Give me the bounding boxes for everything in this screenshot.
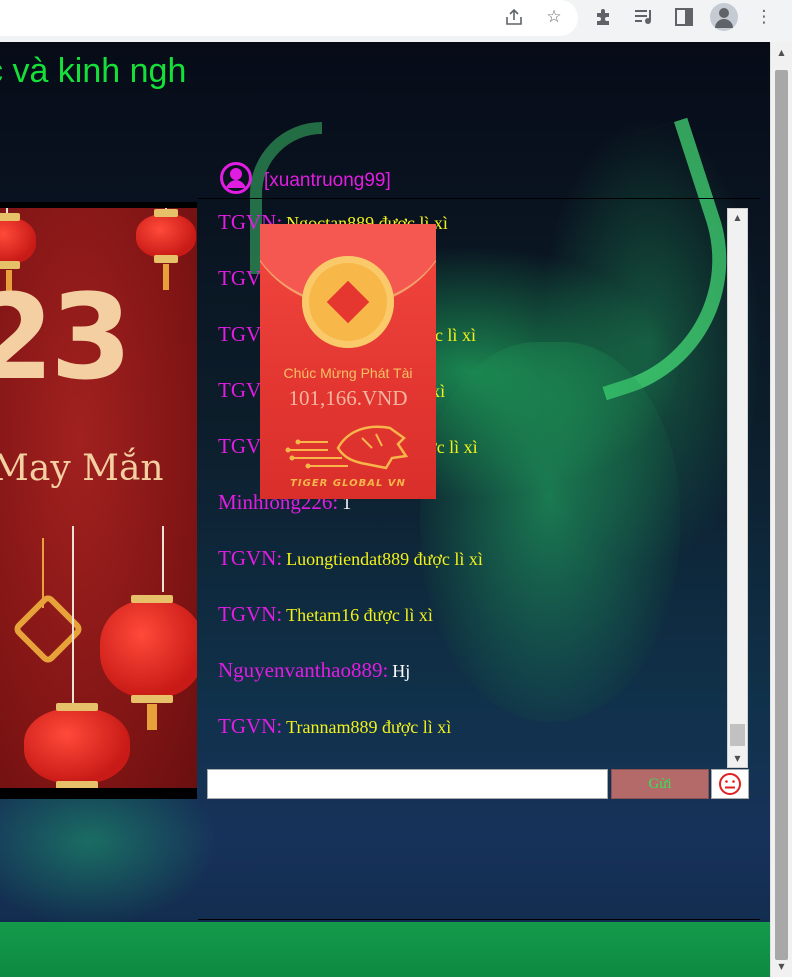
page-scroll-down-icon[interactable]: ▼ xyxy=(772,958,791,975)
message-text: Hj xyxy=(392,661,411,681)
lantern-icon xyxy=(0,213,36,296)
chat-message: TGVN: Luongtiendat889 được lì xì xyxy=(218,544,483,572)
lantern-string xyxy=(162,526,164,592)
chat-message: TGVN: Thetam16 được lì xì xyxy=(218,600,433,628)
browser-toolbar: ☆ ⋮ xyxy=(0,0,792,43)
message-text: Thetam16 được lì xì xyxy=(286,605,433,625)
banner-image: 23 May Mắn xyxy=(0,208,197,788)
chat-scrollbar[interactable]: ▲ ▼ xyxy=(727,208,748,768)
envelope-amount: 101,166.VND xyxy=(288,386,408,410)
page-scroll-thumb[interactable] xyxy=(775,70,788,960)
message-sender: TGV xyxy=(218,378,262,402)
tiger-logo-icon xyxy=(285,425,409,470)
bookmark-star-icon[interactable]: ☆ xyxy=(541,6,567,28)
footer-divider xyxy=(198,919,760,920)
new-year-banner: 23 May Mắn xyxy=(0,202,197,799)
chat-header: [xuantruong99] xyxy=(198,160,760,199)
banner-caption: May Mắn xyxy=(0,448,164,489)
page-heading: c và kinh ngh xyxy=(0,52,187,90)
lantern-icon xyxy=(136,209,196,290)
message-sender: TGV xyxy=(218,266,262,290)
chat-message: TGV xyxy=(218,264,261,292)
chat-scroll-thumb[interactable] xyxy=(730,724,745,746)
scroll-up-icon[interactable]: ▲ xyxy=(728,209,747,226)
message-text: Luongtiendat889 được lì xì xyxy=(286,549,483,569)
envelope-brand: TIGER GLOBAL VN xyxy=(290,478,406,489)
envelope-wish: Chúc Mừng Phát Tài xyxy=(283,365,413,381)
red-envelope-popup[interactable]: Chúc Mừng Phát Tài 101,166.VND TIGER GLO… xyxy=(260,224,436,499)
page-scroll-up-icon[interactable]: ▲ xyxy=(772,44,791,61)
user-avatar-icon xyxy=(220,162,252,194)
address-bar[interactable] xyxy=(0,0,578,36)
message-sender: Nguyenvanthao889: xyxy=(218,658,389,682)
lantern-icon xyxy=(24,703,130,788)
gold-coin-icon xyxy=(302,256,394,348)
chat-message: Nguyenvanthao889: Hj xyxy=(218,656,410,684)
share-icon[interactable] xyxy=(501,6,527,28)
chat-message: TGVN: Trannam889 được lì xì xyxy=(218,712,451,740)
side-panel-icon[interactable] xyxy=(671,6,697,28)
chat-message-input[interactable] xyxy=(207,769,608,799)
emoji-button[interactable] xyxy=(711,769,749,799)
scroll-down-icon[interactable]: ▼ xyxy=(728,750,747,767)
media-queue-icon[interactable] xyxy=(631,6,657,28)
message-sender: TGVN: xyxy=(218,714,283,738)
chat-username[interactable]: [xuantruong99] xyxy=(264,170,391,192)
lantern-string xyxy=(72,526,74,706)
message-sender: TGV xyxy=(218,434,262,458)
profile-icon[interactable] xyxy=(710,3,738,31)
bottom-green-band xyxy=(0,922,770,977)
smiley-icon xyxy=(719,773,741,795)
page-scrollbar[interactable]: ▲ ▼ xyxy=(770,42,792,977)
extensions-icon[interactable] xyxy=(591,6,617,28)
message-sender: TGV xyxy=(218,322,262,346)
more-menu-icon[interactable]: ⋮ xyxy=(751,6,777,28)
lantern-icon xyxy=(100,595,197,730)
message-sender: TGVN: xyxy=(218,546,283,570)
message-text: Trannam889 được lì xì xyxy=(286,717,452,737)
send-button[interactable]: Gửi xyxy=(611,769,709,799)
banner-year: 23 xyxy=(0,268,132,406)
message-sender: TGVN: xyxy=(218,602,283,626)
page-content: c và kinh ngh 23 May Mắn [xuantruong99] … xyxy=(0,42,770,977)
